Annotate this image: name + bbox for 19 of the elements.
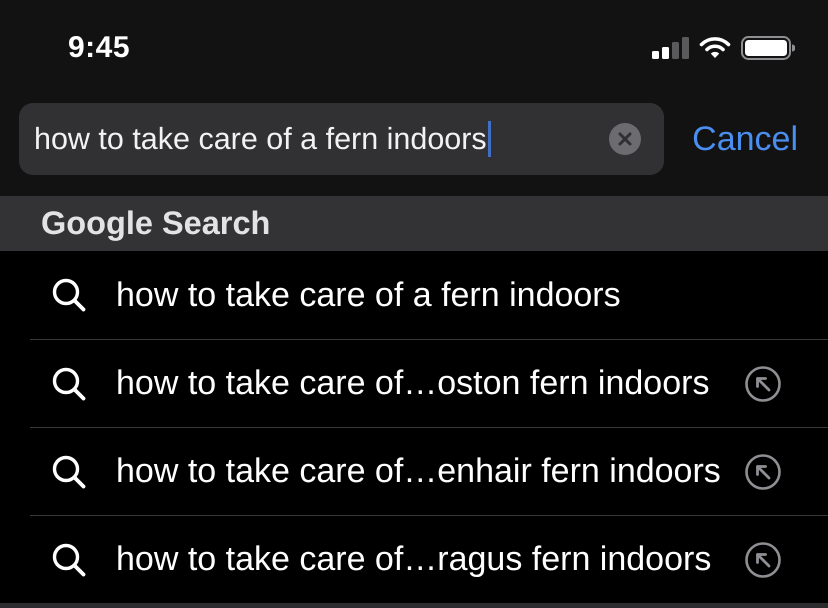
search-icon — [52, 278, 86, 312]
wifi-icon — [699, 36, 731, 59]
suggestion-text: how to take care of…ragus fern indoors — [116, 540, 712, 579]
fill-arrow-icon[interactable] — [745, 454, 781, 490]
cancel-button[interactable]: Cancel — [692, 120, 798, 158]
fill-arrow-icon[interactable] — [745, 366, 781, 402]
signal-icon — [652, 36, 689, 58]
section-header: Google Search — [0, 196, 828, 251]
suggestion-text: how to take care of…enhair fern indoors — [116, 452, 721, 491]
suggestion-text: how to take care of…oston fern indoors — [116, 364, 710, 403]
search-field[interactable]: how to take care of a fern indoors — [19, 103, 664, 175]
battery-icon — [741, 36, 795, 60]
suggestion-text: how to take care of a fern indoors — [116, 276, 621, 314]
clear-icon[interactable] — [609, 123, 642, 155]
fill-arrow-icon[interactable] — [745, 542, 781, 578]
search-icon — [52, 542, 86, 576]
status-time: 9:45 — [68, 30, 130, 64]
search-icon — [52, 454, 86, 488]
search-icon — [52, 366, 86, 400]
